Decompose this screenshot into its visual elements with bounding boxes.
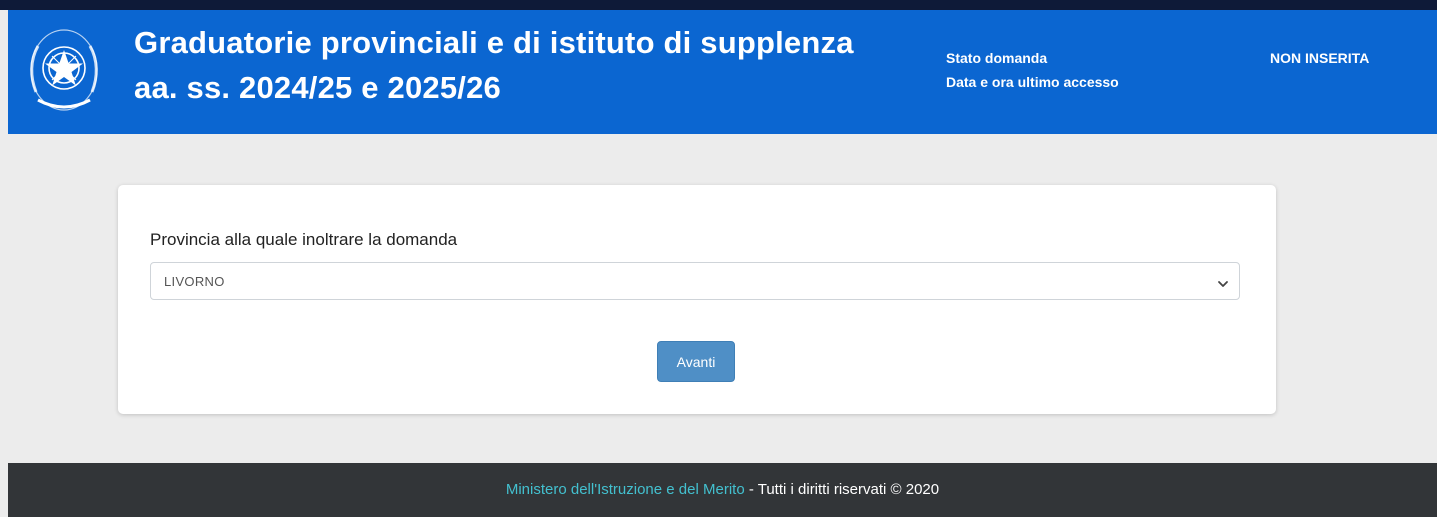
page-footer: Ministero dell'Istruzione e del Merito -…: [8, 463, 1437, 517]
province-label: Provincia alla quale inoltrare la domand…: [150, 230, 458, 249]
top-strip: [0, 0, 1437, 10]
footer-text: Ministero dell'Istruzione e del Merito -…: [8, 481, 1437, 498]
next-button[interactable]: Avanti: [657, 341, 735, 382]
copyright-text: - Tutti i diritti riservati © 2020: [744, 481, 940, 498]
status-labels: Stato domanda Data e ora ultimo accesso: [946, 46, 1119, 94]
last-access-label: Data e ora ultimo accesso: [946, 74, 1119, 90]
ministry-link[interactable]: Ministero dell'Istruzione e del Merito: [506, 481, 745, 498]
app-header: Graduatorie provinciali e di istituto di…: [8, 10, 1437, 134]
status-value: NON INSERITA: [1270, 50, 1370, 66]
province-form-card: Provincia alla quale inoltrare la domand…: [118, 185, 1276, 414]
province-selected-value: LIVORNO: [164, 274, 225, 289]
page-title: Graduatorie provinciali e di istituto di…: [134, 20, 854, 110]
page-title-line1: Graduatorie provinciali e di istituto di…: [134, 25, 854, 60]
chevron-down-icon: [1217, 276, 1229, 287]
italian-republic-emblem-icon: [24, 22, 104, 118]
status-label: Stato domanda: [946, 50, 1048, 66]
page-title-line2: aa. ss. 2024/25 e 2025/26: [134, 70, 501, 105]
province-select[interactable]: LIVORNO: [150, 262, 1240, 300]
